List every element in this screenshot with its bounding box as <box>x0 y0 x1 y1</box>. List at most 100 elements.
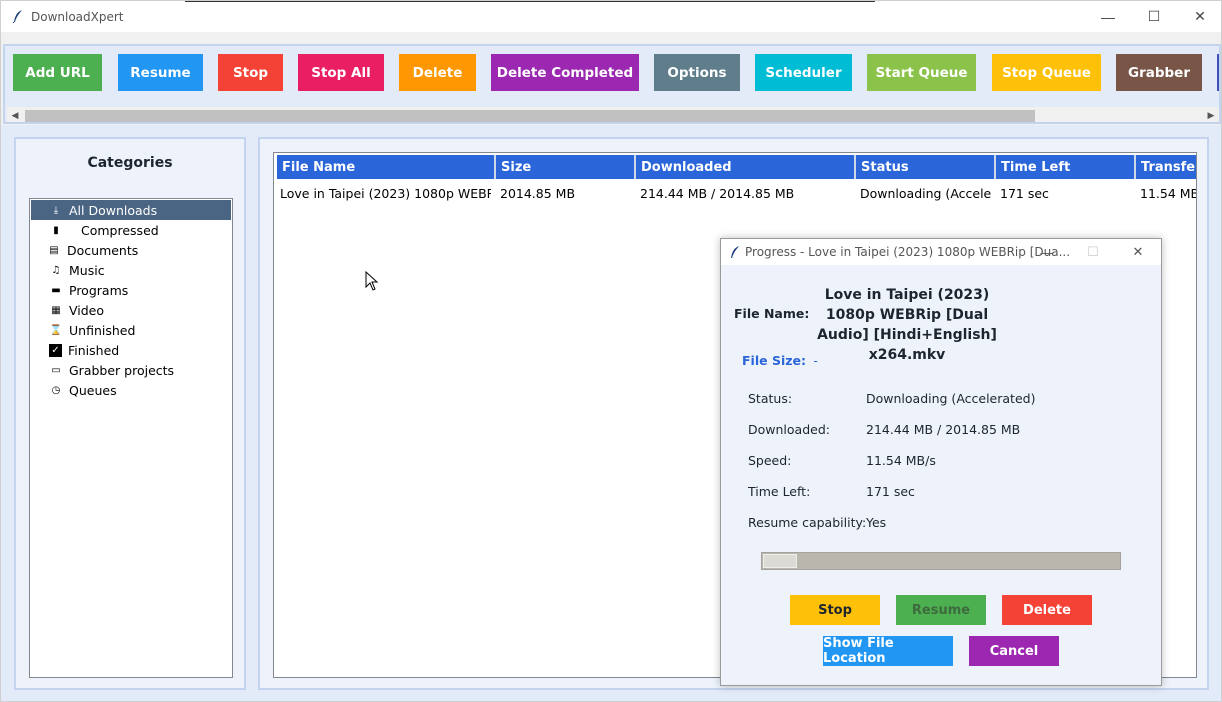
program-icon: ▬ <box>51 284 61 296</box>
clock-icon: ◷ <box>51 384 61 396</box>
category-video[interactable]: ▦ Video <box>31 300 231 320</box>
music-icon: ♫ <box>51 264 61 276</box>
column-header-time-left[interactable]: Time Left <box>996 155 1136 179</box>
download-progress-bar <box>761 552 1121 570</box>
category-label: Programs <box>69 282 129 298</box>
file-name-value: Love in Taipei (2023) 1080p WEBRip [Dual… <box>817 287 997 363</box>
video-icon: ▦ <box>51 304 61 316</box>
hourglass-icon: ⌛ <box>49 324 63 336</box>
category-documents[interactable]: ▤ Documents <box>31 240 231 260</box>
category-programs[interactable]: ▬ Programs <box>31 280 231 300</box>
minimize-button[interactable]: — <box>1085 1 1131 32</box>
delete-button[interactable]: Delete <box>399 54 476 91</box>
category-unfinished[interactable]: ⌛ Unfinished <box>31 320 231 340</box>
checkbox-checked-icon: ✓ <box>49 343 62 357</box>
downloaded-label: Downloaded: <box>748 422 830 437</box>
progress-dialog: Progress - Love in Taipei (2023) 1080p W… <box>720 238 1162 686</box>
mouse-cursor-icon <box>365 271 379 291</box>
column-header-file-name[interactable]: File Name <box>277 155 496 179</box>
cell-transfer-rate: 11.54 MB/s <box>1140 185 1196 201</box>
archive-icon: ▮ <box>53 224 59 236</box>
scroll-left-arrow-icon[interactable]: ◀ <box>7 107 23 122</box>
dialog-close-button[interactable]: ✕ <box>1115 239 1161 265</box>
cell-file-name: Love in Taipei (2023) 1080p WEBRip [Dual… <box>280 185 491 201</box>
maximize-button[interactable]: ☐ <box>1131 1 1177 32</box>
main-window: DownloadXpert — ☐ ✕ Add URL Resume Stop … <box>0 0 1222 702</box>
document-icon: ▤ <box>49 244 59 256</box>
time-left-label: Time Left: <box>748 484 811 499</box>
category-label: Queues <box>69 382 117 398</box>
download-tray-icon: ⤓ <box>53 204 59 216</box>
delete-completed-button[interactable]: Delete Completed <box>491 54 639 91</box>
file-size-label-text: File Size: <box>742 353 806 368</box>
category-label: Finished <box>68 342 120 358</box>
file-name-label: File Name: <box>734 306 810 321</box>
toolbar-scrollbar[interactable]: ◀ ▶ <box>7 107 1219 122</box>
window-title: DownloadXpert <box>31 10 124 24</box>
categories-title: Categories <box>87 155 173 171</box>
category-label: All Downloads <box>69 202 158 218</box>
file-size-label: File Size: - <box>742 353 818 368</box>
categories-panel: Categories ⤓ All Downloads ▮ Compressed … <box>14 137 246 690</box>
scroll-right-arrow-icon[interactable]: ▶ <box>1203 107 1219 122</box>
cell-time-left: 171 sec <box>1000 185 1049 201</box>
title-bar: DownloadXpert — ☐ ✕ <box>1 1 1221 32</box>
category-queues[interactable]: ◷ Queues <box>31 380 231 400</box>
category-label: Documents <box>67 242 139 258</box>
progress-fill <box>763 554 797 568</box>
dialog-title-bar: Progress - Love in Taipei (2023) 1080p W… <box>721 239 1161 265</box>
column-header-status[interactable]: Status <box>856 155 996 179</box>
scheduler-button[interactable]: Scheduler <box>755 54 852 91</box>
dialog-delete-button[interactable]: Delete <box>1002 595 1092 625</box>
stop-button[interactable]: Stop <box>218 54 283 91</box>
category-finished[interactable]: ✓ Finished <box>31 340 231 360</box>
category-label: Grabber projects <box>69 362 175 378</box>
resume-capability-value: Yes <box>866 515 887 530</box>
dialog-title: Progress - Love in Taipei (2023) 1080p W… <box>745 245 1071 259</box>
category-label: Compressed <box>81 222 159 238</box>
speed-label: Speed: <box>748 453 792 468</box>
category-label: Video <box>69 302 105 318</box>
close-button[interactable]: ✕ <box>1177 1 1222 32</box>
resume-capability-label: Resume capability: <box>748 515 867 530</box>
cell-status: Downloading (Accelerated) <box>860 185 992 201</box>
stop-all-button[interactable]: Stop All <box>298 54 384 91</box>
dialog-maximize-button: ☐ <box>1087 244 1099 259</box>
resume-button[interactable]: Resume <box>118 54 203 91</box>
scrollbar-thumb[interactable] <box>25 110 1035 122</box>
category-label: Music <box>69 262 105 278</box>
top-border-line <box>185 1 875 2</box>
feather-icon <box>12 10 22 23</box>
start-queue-button[interactable]: Start Queue <box>867 54 976 91</box>
options-button[interactable]: Options <box>654 54 740 91</box>
speed-value: 11.54 MB/s <box>866 453 936 468</box>
show-file-location-button[interactable]: Show File Location <box>823 636 953 666</box>
dialog-minimize-button[interactable]: — <box>1024 239 1070 265</box>
stop-queue-button[interactable]: Stop Queue <box>992 54 1101 91</box>
dialog-stop-button[interactable]: Stop <box>790 595 880 625</box>
grabber-button[interactable]: Grabber <box>1116 54 1202 91</box>
cell-size: 2014.85 MB <box>500 185 576 201</box>
category-compressed[interactable]: ▮ Compressed <box>31 220 231 240</box>
dialog-body: File Name: Love in Taipei (2023) 1080p W… <box>721 265 1161 685</box>
toolbar-overflow-button[interactable] <box>1217 54 1219 91</box>
category-music[interactable]: ♫ Music <box>31 260 231 280</box>
dialog-cancel-button[interactable]: Cancel <box>969 636 1059 666</box>
status-value: Downloading (Accelerated) <box>866 391 1036 406</box>
category-label: Unfinished <box>69 322 136 338</box>
add-url-button[interactable]: Add URL <box>13 54 102 91</box>
feather-icon <box>731 246 739 258</box>
toolbar: Add URL Resume Stop Stop All Delete Dele… <box>3 44 1221 124</box>
cell-downloaded: 214.44 MB / 2014.85 MB <box>640 185 795 201</box>
category-all-downloads[interactable]: ⤓ All Downloads <box>31 200 231 220</box>
column-header-transfer-rate[interactable]: Transfer Rate <box>1136 155 1196 179</box>
time-left-value: 171 sec <box>866 484 915 499</box>
folder-icon: ▭ <box>51 364 61 376</box>
status-label: Status: <box>748 391 793 406</box>
column-header-downloaded[interactable]: Downloaded <box>636 155 856 179</box>
category-grabber-projects[interactable]: ▭ Grabber projects <box>31 360 231 380</box>
categories-list: ⤓ All Downloads ▮ Compressed ▤ Documents… <box>29 198 233 678</box>
column-header-size[interactable]: Size <box>496 155 636 179</box>
dialog-resume-button: Resume <box>896 595 986 625</box>
downloaded-value: 214.44 MB / 2014.85 MB <box>866 422 1021 437</box>
